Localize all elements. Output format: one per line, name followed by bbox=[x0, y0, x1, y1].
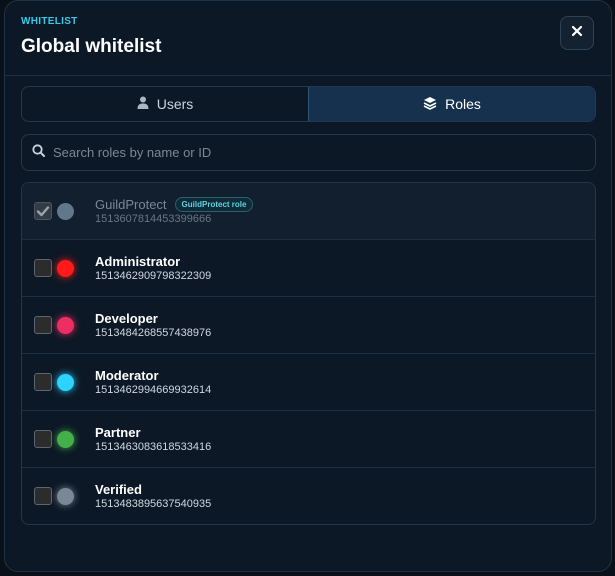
search-icon bbox=[32, 143, 45, 162]
role-checkbox bbox=[34, 202, 52, 220]
role-row: GuildProtect GuildProtect role 15136078144… bbox=[22, 183, 595, 240]
role-row[interactable]: Moderator 1513462994669932614 bbox=[22, 354, 595, 411]
role-name-wrap: Verified bbox=[95, 482, 142, 497]
role-name-wrap: Administrator bbox=[95, 254, 180, 269]
role-id: 1513483895637540935 bbox=[95, 498, 212, 510]
role-name-wrap: Developer bbox=[95, 311, 158, 326]
role-color-dot bbox=[57, 260, 74, 277]
role-name-wrap: Moderator bbox=[95, 368, 159, 383]
close-icon bbox=[571, 24, 583, 42]
role-id: 1513463083618533416 bbox=[95, 441, 212, 453]
role-name: Verified bbox=[95, 482, 142, 497]
role-badge: GuildProtect role bbox=[174, 197, 254, 212]
role-id: 1513462909798322309 bbox=[95, 270, 212, 282]
modal-title: Global whitelist bbox=[21, 36, 162, 57]
role-checkbox[interactable] bbox=[34, 316, 52, 334]
close-button[interactable] bbox=[560, 16, 594, 50]
tab-roles[interactable]: Roles bbox=[308, 87, 595, 121]
role-color-dot bbox=[57, 431, 74, 448]
role-id: 1513462994669932614 bbox=[95, 384, 212, 396]
role-id: 1513484268557438976 bbox=[95, 327, 212, 339]
role-row[interactable]: Developer 1513484268557438976 bbox=[22, 297, 595, 354]
role-name: Partner bbox=[95, 425, 141, 440]
role-name: Developer bbox=[95, 311, 158, 326]
role-name: GuildProtect bbox=[95, 197, 167, 212]
role-row[interactable]: Administrator 1513462909798322309 bbox=[22, 240, 595, 297]
role-checkbox[interactable] bbox=[34, 430, 52, 448]
role-row[interactable]: Partner 1513463083618533416 bbox=[22, 411, 595, 468]
role-name-wrap: GuildProtect GuildProtect role bbox=[95, 197, 254, 212]
role-row[interactable]: Verified 1513483895637540935 bbox=[22, 468, 595, 524]
search-box bbox=[21, 134, 596, 171]
tab-users[interactable]: Users bbox=[22, 87, 308, 121]
role-name-wrap: Partner bbox=[95, 425, 141, 440]
role-color-dot bbox=[57, 374, 74, 391]
check-icon bbox=[36, 206, 50, 217]
role-color-dot bbox=[57, 203, 74, 220]
search-input[interactable] bbox=[53, 145, 595, 160]
role-list: GuildProtect GuildProtect role 15136078144… bbox=[21, 182, 596, 525]
layers-icon bbox=[423, 96, 437, 113]
modal-eyebrow: WHITELIST bbox=[21, 16, 78, 27]
modal-header: WHITELIST Global whitelist bbox=[5, 1, 611, 76]
role-name: Administrator bbox=[95, 254, 181, 269]
role-checkbox[interactable] bbox=[34, 487, 52, 505]
role-checkbox[interactable] bbox=[34, 373, 52, 391]
user-icon bbox=[137, 96, 149, 112]
whitelist-modal: WHITELIST Global whitelist Users Roles S… bbox=[4, 0, 612, 572]
role-id: 1513607814453399666 bbox=[95, 213, 212, 225]
role-color-dot bbox=[57, 317, 74, 334]
tab-roles-label: Roles bbox=[445, 96, 481, 112]
tab-bar: Users Roles bbox=[21, 86, 596, 122]
role-checkbox[interactable] bbox=[34, 259, 52, 277]
role-color-dot bbox=[57, 488, 74, 505]
role-name: Moderator bbox=[95, 368, 159, 383]
tab-users-label: Users bbox=[156, 96, 194, 112]
